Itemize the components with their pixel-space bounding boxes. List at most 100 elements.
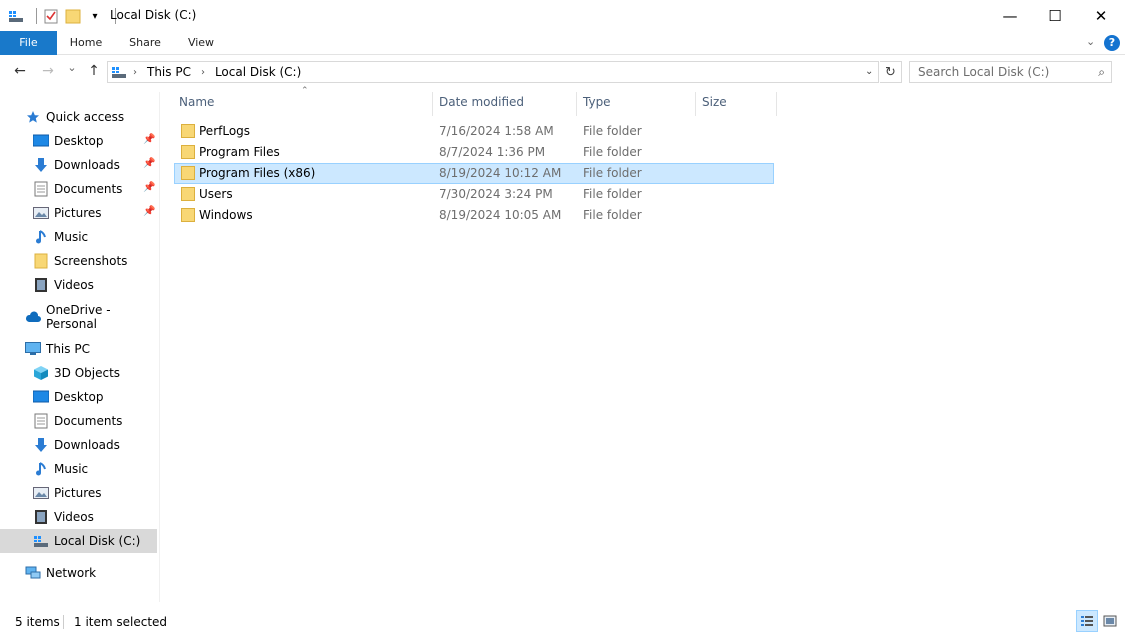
navigation-pane: Quick access Desktop 📌 Downloads 📌 Docum… bbox=[0, 92, 160, 602]
sidebar-item-screenshots[interactable]: Screenshots bbox=[0, 249, 157, 273]
address-dropdown-icon[interactable]: ⌄ bbox=[865, 66, 873, 77]
sidebar-item-label: Documents bbox=[54, 182, 123, 196]
sidebar-item-pictures[interactable]: Pictures 📌 bbox=[0, 201, 157, 225]
tab-share[interactable]: Share bbox=[120, 31, 170, 55]
sidebar-item-documents-pc[interactable]: Documents bbox=[0, 409, 157, 433]
search-placeholder: Search Local Disk (C:) bbox=[918, 65, 1050, 79]
status-bar: 5 items 1 item selected bbox=[0, 606, 1125, 634]
forward-button[interactable]: → bbox=[39, 63, 57, 81]
sidebar-item-label: Videos bbox=[54, 278, 94, 292]
tab-home[interactable]: Home bbox=[63, 31, 109, 55]
sidebar-item-documents[interactable]: Documents 📌 bbox=[0, 177, 157, 201]
sidebar-item-this-pc[interactable]: This PC bbox=[0, 337, 157, 361]
quick-access-toolbar: ▾ bbox=[8, 6, 122, 26]
list-item[interactable]: PerfLogs 7/16/2024 1:58 AM File folder bbox=[174, 121, 774, 142]
sidebar-item-downloads-pc[interactable]: Downloads bbox=[0, 433, 157, 457]
list-item[interactable]: Program Files 8/7/2024 1:36 PM File fold… bbox=[174, 142, 774, 163]
video-icon bbox=[33, 277, 49, 293]
file-name: Windows bbox=[199, 208, 253, 222]
file-type: File folder bbox=[583, 124, 642, 138]
sidebar-item-quick-access[interactable]: Quick access bbox=[0, 105, 157, 129]
tab-file[interactable]: File bbox=[0, 31, 57, 55]
download-icon bbox=[33, 157, 49, 173]
tab-view[interactable]: View bbox=[179, 31, 223, 55]
sidebar-item-music-pc[interactable]: Music bbox=[0, 457, 157, 481]
breadcrumb-separator-icon[interactable]: › bbox=[133, 67, 137, 78]
list-item-selected[interactable]: Program Files (x86) 8/19/2024 10:12 AM F… bbox=[174, 163, 774, 184]
file-list: ⌃ Name Date modified Type Size PerfLogs … bbox=[161, 86, 1121, 602]
refresh-button[interactable]: ↻ bbox=[880, 61, 902, 83]
download-icon bbox=[33, 437, 49, 453]
sidebar-item-label: Quick access bbox=[46, 110, 125, 124]
pin-icon: 📌 bbox=[143, 206, 156, 217]
sidebar-item-local-disk[interactable]: Local Disk (C:) bbox=[0, 529, 157, 553]
folder-icon bbox=[33, 253, 49, 269]
folder-icon bbox=[181, 208, 195, 222]
computer-icon bbox=[25, 341, 41, 357]
item-count: 5 items bbox=[15, 615, 60, 629]
details-view-button[interactable] bbox=[1076, 610, 1098, 632]
search-icon[interactable]: ⌕ bbox=[1098, 65, 1105, 80]
sidebar-item-label: Local Disk (C:) bbox=[54, 534, 141, 548]
close-button[interactable]: ✕ bbox=[1078, 0, 1124, 31]
file-type: File folder bbox=[583, 187, 642, 201]
folder-icon bbox=[181, 166, 195, 180]
properties-icon[interactable] bbox=[43, 8, 59, 24]
maximize-button[interactable]: ☐ bbox=[1032, 0, 1078, 31]
minimize-button[interactable]: — bbox=[987, 0, 1033, 31]
sidebar-item-videos-pc[interactable]: Videos bbox=[0, 505, 157, 529]
music-icon bbox=[33, 229, 49, 245]
help-icon[interactable]: ? bbox=[1104, 35, 1120, 51]
new-folder-icon[interactable] bbox=[65, 8, 81, 24]
sidebar-item-desktop-pc[interactable]: Desktop bbox=[0, 385, 157, 409]
sidebar-item-desktop[interactable]: Desktop 📌 bbox=[0, 129, 157, 153]
network-icon bbox=[25, 565, 41, 581]
sidebar-item-label: Documents bbox=[54, 414, 123, 428]
sidebar-item-3d-objects[interactable]: 3D Objects bbox=[0, 361, 157, 385]
ribbon-tabs: File Home Share View ⌄ ? bbox=[0, 31, 1125, 55]
back-button[interactable]: ← bbox=[11, 63, 29, 81]
breadcrumb-local-disk[interactable]: Local Disk (C:) bbox=[215, 65, 301, 79]
large-icons-view-button[interactable] bbox=[1099, 610, 1121, 632]
column-header-size[interactable]: Size bbox=[696, 92, 776, 114]
pin-icon: 📌 bbox=[143, 134, 156, 145]
file-type: File folder bbox=[583, 166, 642, 180]
expand-ribbon-chevron-icon[interactable]: ⌄ bbox=[1086, 35, 1095, 48]
column-header-type[interactable]: Type bbox=[577, 92, 695, 114]
search-box[interactable]: Search Local Disk (C:) ⌕ bbox=[909, 61, 1112, 83]
sidebar-item-videos[interactable]: Videos bbox=[0, 273, 157, 297]
list-item[interactable]: Users 7/30/2024 3:24 PM File folder bbox=[174, 184, 774, 205]
desktop-icon bbox=[33, 133, 49, 149]
drive-icon bbox=[111, 64, 127, 80]
column-divider[interactable] bbox=[776, 92, 777, 116]
breadcrumb-this-pc[interactable]: This PC bbox=[147, 65, 191, 79]
sidebar-item-label: Desktop bbox=[54, 390, 104, 404]
column-header-date-modified[interactable]: Date modified bbox=[433, 92, 576, 114]
file-type: File folder bbox=[583, 208, 642, 222]
drive-icon bbox=[8, 8, 24, 24]
file-name: PerfLogs bbox=[199, 124, 251, 138]
pin-icon: 📌 bbox=[143, 158, 156, 169]
up-button[interactable]: ↑ bbox=[85, 63, 103, 81]
customize-toolbar-chevron-icon[interactable]: ▾ bbox=[87, 8, 103, 24]
sidebar-item-downloads[interactable]: Downloads 📌 bbox=[0, 153, 157, 177]
pane-divider[interactable] bbox=[159, 92, 160, 602]
column-header-name[interactable]: Name bbox=[173, 92, 432, 114]
address-bar[interactable]: › This PC › Local Disk (C:) bbox=[107, 61, 879, 83]
recent-locations-button[interactable]: ⌄ bbox=[65, 61, 79, 79]
breadcrumb-separator-icon[interactable]: › bbox=[201, 67, 205, 78]
sidebar-item-label: OneDrive - Personal bbox=[46, 303, 111, 331]
sidebar-item-onedrive[interactable]: OneDrive - Personal bbox=[0, 303, 157, 331]
sidebar-item-label: Videos bbox=[54, 510, 94, 524]
sidebar-item-pictures-pc[interactable]: Pictures bbox=[0, 481, 157, 505]
list-item[interactable]: Windows 8/19/2024 10:05 AM File folder bbox=[174, 205, 774, 226]
sidebar-item-label: Music bbox=[54, 230, 89, 244]
folder-icon bbox=[181, 145, 195, 159]
star-icon bbox=[25, 109, 41, 125]
selection-count: 1 item selected bbox=[74, 615, 168, 629]
file-name: Program Files (x86) bbox=[199, 166, 316, 180]
video-icon bbox=[33, 509, 49, 525]
sidebar-item-network[interactable]: Network bbox=[0, 561, 157, 585]
pin-icon: 📌 bbox=[143, 182, 156, 193]
sidebar-item-music[interactable]: Music bbox=[0, 225, 157, 249]
